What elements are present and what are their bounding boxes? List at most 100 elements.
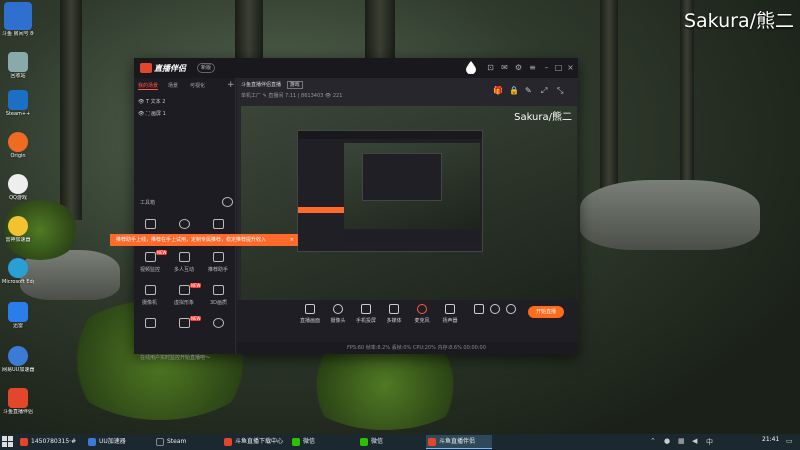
eye-icon[interactable]: 👁 (138, 111, 144, 117)
window-titlebar[interactable]: 直播伴侣 新版 ⊡ ✉ ⚙ ≡ – □ × (134, 58, 578, 78)
desktop-icon-uu-accelerator[interactable]: 网易UU加速器 (2, 346, 34, 373)
desktop-icon-leishen[interactable]: 雷神加速器 (2, 216, 34, 243)
lock-icon[interactable]: 🔒 (509, 86, 519, 95)
nested-control-bar (344, 231, 480, 245)
eye-icon[interactable]: 👁 (138, 99, 144, 105)
network-icon[interactable]: ▦ (678, 437, 685, 445)
multi-interact-icon[interactable] (179, 252, 190, 262)
stream-preview[interactable]: Sakura/熊二 (241, 106, 577, 300)
desktop-icon-edge[interactable]: Microsoft Edge (2, 258, 34, 285)
tool-label: 多人互动 (174, 267, 195, 273)
desktop-icon-origin[interactable]: Origin (2, 132, 34, 159)
douyu-companion-icon (8, 388, 28, 408)
windows-start-icon[interactable] (2, 436, 14, 448)
desktop-icon-douyu-room[interactable]: 斗鱼 房间号 8613403 (2, 2, 34, 37)
layer-row[interactable]: 👁 T 文本 2 (138, 98, 165, 105)
toolbox-label: 工具箱 (140, 200, 156, 206)
media-button[interactable]: 多媒体 (381, 304, 407, 324)
nested-preview (344, 143, 480, 229)
taskbar-item[interactable]: 微信 (358, 435, 424, 449)
add-scene-icon[interactable]: + (227, 80, 235, 90)
tool-icon[interactable] (145, 219, 156, 229)
desktop-icon-recycle-bin[interactable]: 回收站 (2, 52, 34, 79)
desktop-icon-qq-game[interactable]: QQ游戏 (2, 174, 34, 201)
popout-icon[interactable]: ⤢ (541, 86, 547, 96)
nested-titlebar (298, 131, 482, 139)
camera-icon[interactable] (145, 285, 156, 295)
settings-icon[interactable]: ⚙ (514, 63, 523, 72)
tip-banner[interactable]: 推荐助手上线，推荐在手上试用，定制专属推荐，稳定推荐提升收入 × (110, 234, 298, 246)
minimize-icon[interactable]: – (542, 63, 551, 72)
wechat-icon (292, 438, 300, 446)
version-badge[interactable]: 新版 (197, 63, 216, 73)
camera-button[interactable]: 摄像头 (325, 304, 351, 324)
desktop-icon-steam-plus[interactable]: Steam++ (2, 90, 34, 117)
main-area: 斗鱼直播伴侣直播 游戏 单机工厂 ✎ 直播间 7:11 | 8613403 👁 … (237, 78, 578, 354)
taskbar-item[interactable]: Steam (154, 435, 220, 449)
taskbar: 1450780315·# UU加速器 Steam 斗鱼直播下载中心 微信 微信 … (0, 434, 800, 450)
layer-label: 文本 2 (150, 99, 166, 105)
scene-sidebar: 我的场景 场景 可视化 + 👁 T 文本 2 👁 ⛶ 画屏 1 工具箱 NEW … (134, 78, 236, 361)
tab-visual[interactable]: 可视化 (190, 82, 205, 89)
record-button[interactable] (473, 304, 485, 314)
3d-quality-icon[interactable] (213, 285, 224, 295)
phone-cast-button[interactable]: 手机投屏 (353, 304, 379, 324)
new-badge: NEW (156, 250, 168, 255)
ime-icon[interactable]: 中 (706, 437, 713, 447)
close-icon[interactable]: × (566, 63, 575, 72)
recommend-assistant-icon[interactable] (213, 252, 224, 262)
taskbar-item[interactable]: 斗鱼直播下载中心 (222, 435, 288, 449)
skin-icon[interactable]: ⊡ (486, 63, 495, 72)
layer-row[interactable]: 👁 ⛶ 画屏 1 (138, 110, 166, 117)
start-live-button[interactable]: 开始直播 (528, 306, 564, 318)
category-badge[interactable]: 游戏 (286, 81, 303, 89)
uu-accelerator-icon (8, 346, 28, 366)
recycle-bin-icon (8, 52, 28, 72)
wand-icon[interactable]: ✎ (525, 86, 532, 95)
taskbar-item[interactable]: 微信 (290, 435, 356, 449)
tool-label: 3D画质 (210, 300, 228, 306)
view-button[interactable] (489, 304, 501, 314)
new-badge: NEW (190, 316, 202, 321)
tip-close-button[interactable]: × (290, 234, 294, 246)
desktop-icon-douyu-companion[interactable]: 斗鱼直播伴侣 (2, 388, 34, 415)
mail-icon[interactable]: ✉ (500, 63, 509, 72)
tool-icon[interactable] (179, 219, 190, 229)
microphone-button[interactable]: 麦克风 (409, 304, 435, 324)
tool-icon[interactable] (145, 318, 156, 328)
tool-icon[interactable] (213, 219, 224, 229)
maximize-icon[interactable]: □ (554, 63, 563, 72)
menu-icon[interactable]: ≡ (528, 63, 537, 72)
tip-text: 推荐助手上线，推荐在手上试用，定制专属推荐，稳定推荐提升收入 (116, 237, 267, 243)
taskbar-item[interactable]: 1450780315·# (18, 435, 84, 449)
tab-my-scene[interactable]: 我的场景 (138, 82, 159, 90)
douyu-icon (20, 438, 28, 446)
tool-icon[interactable] (213, 318, 224, 328)
taskbar-clock[interactable]: 21:41 (762, 436, 779, 443)
toolbox-settings-icon[interactable] (222, 197, 233, 207)
tray-app-icon[interactable]: ● (664, 437, 670, 445)
streamer-watermark: Sakura/熊二 (683, 10, 794, 32)
taskbar-item[interactable]: UU加速器 (86, 435, 152, 449)
qq-game-icon (8, 174, 28, 194)
water-drop-icon[interactable] (466, 61, 476, 74)
notification-icon[interactable]: ▭ (786, 437, 793, 445)
gift-icon[interactable]: 🎁 (493, 86, 503, 95)
avatar-icon[interactable] (179, 285, 190, 295)
steam-icon (156, 438, 164, 446)
screen-capture-button[interactable]: 直播画面 (297, 304, 323, 324)
settings-button[interactable] (505, 304, 517, 314)
status-bar: FPS:60 帧率:8.2% 丢帧:0% CPU:20% 内存:8.6% 00:… (237, 342, 578, 354)
gear-icon (506, 304, 516, 314)
tab-scene[interactable]: 场景 (168, 82, 178, 89)
tool-icon[interactable] (179, 318, 190, 328)
desktop-icon-xunlei[interactable]: 迅雷 (2, 302, 34, 329)
volume-icon[interactable]: ◀ (692, 437, 697, 445)
expand-icon[interactable]: ⤡ (557, 86, 563, 96)
video-monitor-icon[interactable] (145, 252, 156, 262)
speaker-button[interactable]: 扬声器 (437, 304, 463, 324)
taskbar-item[interactable]: 斗鱼直播伴侣 (426, 435, 492, 449)
tray-expand-icon[interactable]: ⌃ (650, 437, 656, 445)
room-title[interactable]: 斗鱼直播伴侣直播 (241, 82, 281, 88)
edge-icon (8, 258, 28, 278)
